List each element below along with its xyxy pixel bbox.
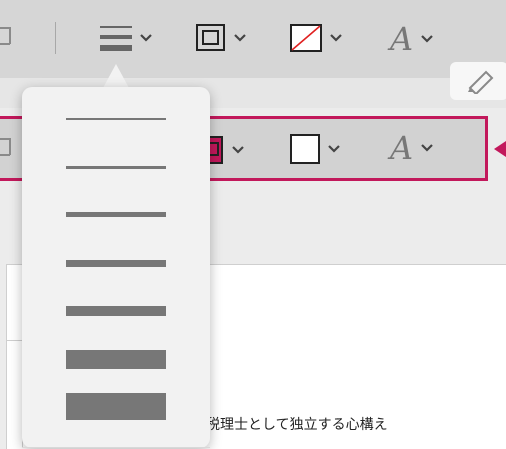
chevron-down-icon	[421, 35, 433, 43]
document-heading[interactable]: 税理士として独立する心構え	[206, 414, 388, 434]
text-style-button[interactable]: A	[390, 20, 435, 58]
line-weight-option[interactable]	[66, 306, 166, 316]
chevron-down-icon	[421, 144, 433, 152]
line-weight-option[interactable]	[66, 393, 166, 420]
chevron-down-icon	[330, 34, 342, 42]
line-weight-icon	[100, 26, 132, 51]
arrange-icon[interactable]	[0, 22, 14, 52]
pencil-icon	[468, 70, 494, 94]
font-icon: A	[390, 129, 414, 167]
annotation-arrow	[494, 141, 506, 157]
line-weight-option[interactable]	[66, 166, 166, 169]
popover-pointer	[103, 64, 129, 88]
line-weight-button[interactable]	[100, 24, 154, 52]
text-style-button[interactable]: A	[390, 129, 435, 167]
no-fill-icon	[290, 24, 322, 52]
shape-format-toolbar: A	[0, 0, 506, 78]
fill-white-icon	[290, 134, 320, 164]
chevron-down-icon	[232, 146, 244, 154]
line-weight-option[interactable]	[66, 350, 166, 369]
fill-color-button[interactable]	[290, 134, 342, 164]
line-weight-option[interactable]	[66, 212, 166, 217]
line-weight-option[interactable]	[66, 118, 166, 120]
toolbar-divider	[55, 22, 56, 54]
arrange-icon[interactable]	[0, 133, 14, 163]
border-color-icon	[196, 24, 225, 51]
fill-color-button[interactable]	[290, 24, 344, 52]
line-weight-popover	[22, 87, 210, 448]
chevron-down-icon	[140, 34, 152, 42]
line-weight-option[interactable]	[66, 260, 166, 267]
chevron-down-icon	[234, 34, 246, 42]
edit-button[interactable]	[450, 62, 506, 100]
chevron-down-icon	[328, 145, 340, 153]
border-color-button[interactable]	[196, 24, 248, 52]
font-icon: A	[390, 20, 414, 58]
